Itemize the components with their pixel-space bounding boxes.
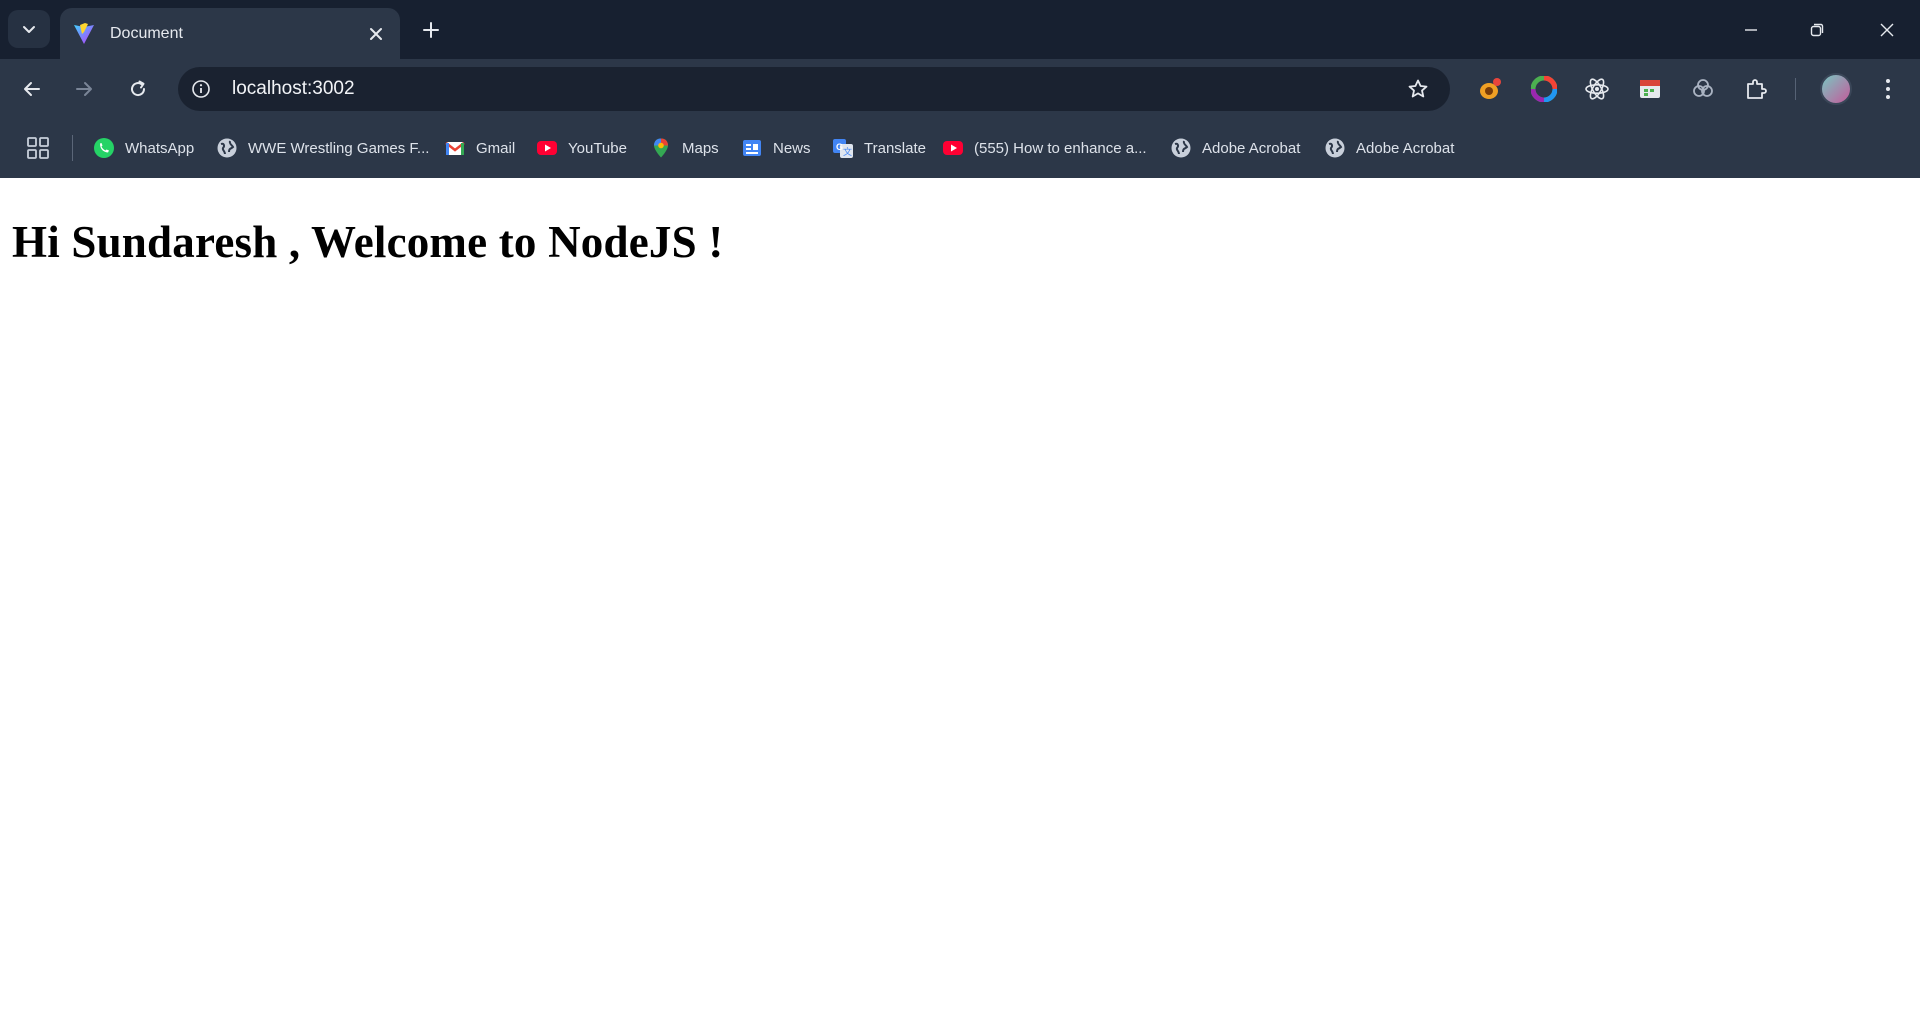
globe-icon <box>1170 137 1192 159</box>
gmail-icon <box>444 137 466 159</box>
bookmark-star-button[interactable] <box>1398 69 1438 109</box>
tab-title: Document <box>110 24 183 42</box>
profile-avatar[interactable] <box>1820 73 1852 105</box>
tab-search-button[interactable] <box>8 10 50 48</box>
globe-icon <box>1324 137 1346 159</box>
youtube-icon <box>536 137 558 159</box>
news-icon <box>741 137 763 159</box>
site-info-button[interactable] <box>184 72 218 106</box>
bookmark-label: Adobe Acrobat <box>1356 139 1455 157</box>
bookmarks-separator <box>72 135 73 161</box>
info-icon <box>192 80 210 98</box>
extension-calendar-icon <box>1640 80 1660 98</box>
address-bar[interactable]: localhost:3002 <box>178 67 1450 111</box>
color-picker-extension-button[interactable] <box>1528 73 1560 105</box>
react-devtools-icon <box>1585 78 1609 100</box>
arrow-right-icon <box>76 82 92 96</box>
bookmarks-bar: WhatsApp WWE Wrestling Games F... Gmail … <box>0 119 1920 178</box>
extension-bug-button[interactable] <box>1474 73 1506 105</box>
extensions-puzzle-icon <box>1747 79 1767 99</box>
bookmark-label: (555) How to enhance a... <box>974 139 1147 157</box>
vite-icon <box>74 22 94 44</box>
globe-icon <box>216 137 238 159</box>
bookmark-adobe-acrobat-2[interactable]: Adobe Acrobat <box>1324 133 1454 163</box>
restore-button[interactable] <box>1790 0 1844 59</box>
reload-icon <box>131 80 146 97</box>
menu-button[interactable] <box>1872 73 1904 105</box>
apps-grid-icon[interactable] <box>26 136 50 160</box>
bookmark-whatsapp[interactable]: WhatsApp <box>93 133 194 163</box>
svg-text:G: G <box>836 142 843 152</box>
plus-icon <box>423 22 439 38</box>
page-heading: Hi Sundaresh , Welcome to NodeJS ! <box>12 217 724 267</box>
minimize-icon <box>1745 28 1757 31</box>
youtube-icon <box>942 137 964 159</box>
bookmark-label: News <box>773 139 811 157</box>
restore-icon <box>1810 23 1824 36</box>
bookmark-wwe[interactable]: WWE Wrestling Games F... <box>216 133 429 163</box>
extension-cluster-button[interactable] <box>1687 73 1719 105</box>
bookmark-label: Translate <box>864 139 926 157</box>
close-icon <box>1880 23 1894 36</box>
bookmark-youtube-video[interactable]: (555) How to enhance a... <box>942 133 1147 163</box>
minimize-button[interactable] <box>1724 0 1778 59</box>
tab-close-button[interactable] <box>362 20 390 48</box>
bookmark-gmail[interactable]: Gmail <box>444 133 515 163</box>
extensions-button[interactable] <box>1740 73 1772 105</box>
bookmark-label: WWE Wrestling Games F... <box>248 139 430 157</box>
bookmark-label: WhatsApp <box>125 139 195 157</box>
reload-button[interactable] <box>118 69 158 109</box>
back-button[interactable] <box>12 69 52 109</box>
bookmark-adobe-acrobat-1[interactable]: Adobe Acrobat <box>1170 133 1300 163</box>
bookmark-label: Gmail <box>476 139 516 157</box>
star-icon <box>1408 79 1428 98</box>
page-content: Hi Sundaresh , Welcome to NodeJS ! <box>0 216 1920 268</box>
chevron-down-icon <box>23 26 35 33</box>
more-vertical-icon <box>1886 79 1890 99</box>
bookmark-maps[interactable]: Maps <box>650 133 719 163</box>
toolbar: localhost:3002 <box>0 59 1920 119</box>
bookmark-translate[interactable]: G文 Translate <box>832 133 926 163</box>
browser-chrome: Document localhost:3002 WhatsApp WWE Wre… <box>0 0 1920 178</box>
tab-strip: Document <box>0 0 1920 59</box>
url-text[interactable]: localhost:3002 <box>232 78 1398 100</box>
whatsapp-icon <box>93 137 115 159</box>
toolbar-divider <box>1795 78 1796 100</box>
tab-active[interactable]: Document <box>60 8 400 59</box>
svg-text:文: 文 <box>843 146 852 157</box>
forward-button[interactable] <box>64 69 104 109</box>
close-icon <box>370 27 382 40</box>
bookmark-news[interactable]: News <box>741 133 811 163</box>
close-window-button[interactable] <box>1860 0 1914 59</box>
react-devtools-button[interactable] <box>1581 73 1613 105</box>
extension-cluster-icon <box>1693 79 1713 97</box>
bookmark-label: Maps <box>682 139 719 157</box>
new-tab-button[interactable] <box>415 14 447 46</box>
color-picker-extension-icon <box>1531 76 1557 102</box>
arrow-left-icon <box>24 82 40 96</box>
extension-bug-icon <box>1480 78 1501 99</box>
maps-icon <box>650 137 672 159</box>
extension-calendar-button[interactable] <box>1634 73 1666 105</box>
bookmark-youtube[interactable]: YouTube <box>536 133 627 163</box>
bookmark-label: YouTube <box>568 139 627 157</box>
bookmark-label: Adobe Acrobat <box>1202 139 1301 157</box>
translate-icon: G文 <box>832 137 854 159</box>
